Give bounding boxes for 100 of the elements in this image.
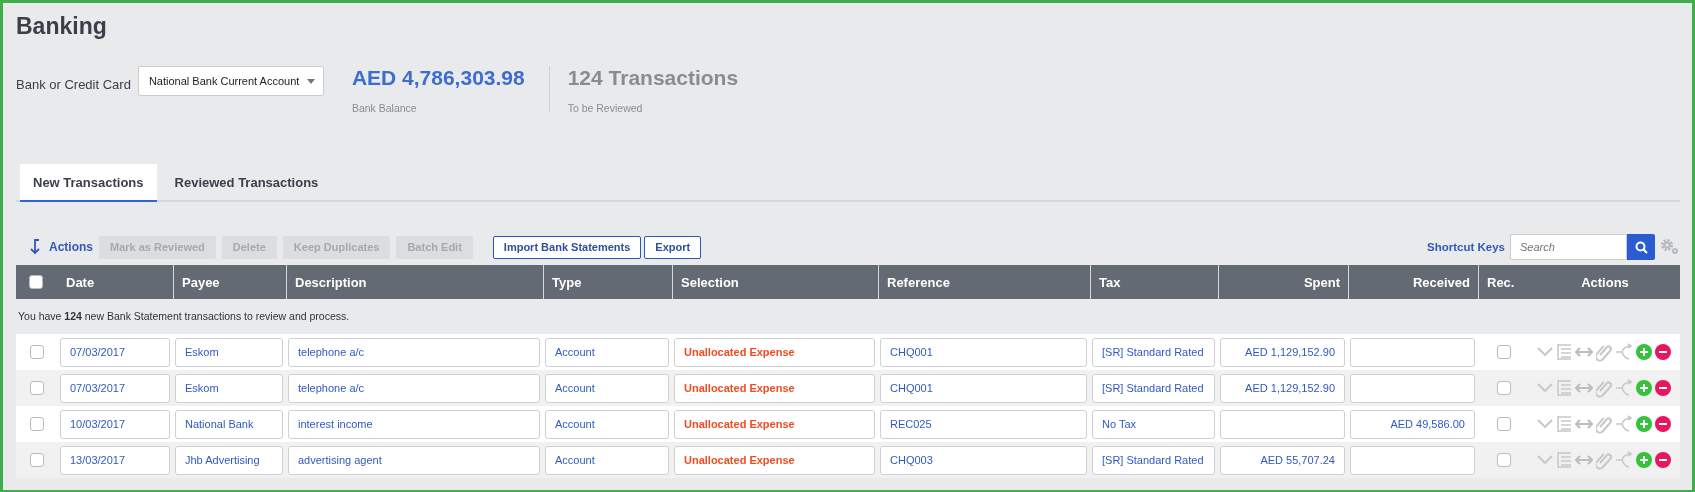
spent-field[interactable] [1220, 409, 1345, 439]
type-field[interactable]: Account [545, 337, 669, 367]
list-icon[interactable] [1556, 379, 1572, 397]
shortcut-keys-link[interactable]: Shortcut Keys [1427, 241, 1505, 253]
type-field[interactable]: Account [545, 409, 669, 439]
double-arrow-icon[interactable] [1575, 455, 1593, 465]
chevron-down-icon[interactable] [1537, 455, 1553, 465]
split-arrow-icon[interactable] [1615, 415, 1633, 433]
row-checkbox[interactable] [30, 417, 44, 431]
split-arrow-icon[interactable] [1615, 451, 1633, 469]
chevron-down-icon[interactable] [1537, 347, 1553, 357]
description-field[interactable]: telephone a/c [288, 337, 540, 367]
account-label: Bank or Credit Card [16, 77, 131, 92]
type-field[interactable]: Account [545, 373, 669, 403]
paperclip-icon[interactable] [1596, 414, 1612, 434]
search-icon[interactable] [1634, 240, 1648, 254]
reconciled-checkbox[interactable] [1497, 345, 1511, 359]
add-icon[interactable] [1636, 380, 1652, 396]
split-arrow-icon[interactable] [1615, 343, 1633, 361]
description-field[interactable]: telephone a/c [288, 373, 540, 403]
received-field[interactable] [1350, 337, 1475, 367]
caret-icon[interactable] [306, 78, 315, 84]
bank-balance-amount: AED 4,786,303.98 [351, 66, 525, 90]
add-icon[interactable] [1636, 344, 1652, 360]
chevron-down-icon[interactable] [1537, 419, 1553, 429]
double-arrow-icon[interactable] [1575, 419, 1593, 429]
bank-balance-caption: Bank Balance [351, 102, 418, 114]
reconciled-checkbox[interactable] [1497, 453, 1511, 467]
spent-field[interactable]: AED 55,707.24 [1220, 445, 1345, 475]
select-all-checkbox[interactable] [29, 275, 43, 289]
date-field[interactable]: 07/03/2017 [60, 373, 170, 403]
reference-field[interactable]: CHQ003 [880, 445, 1087, 475]
add-icon[interactable] [1636, 416, 1652, 432]
remove-icon[interactable] [1655, 344, 1671, 360]
date-field[interactable]: 07/03/2017 [60, 337, 170, 367]
double-arrow-icon[interactable] [1575, 383, 1593, 393]
remove-icon[interactable] [1655, 380, 1671, 396]
column-header: Type [552, 274, 582, 290]
reference-field[interactable]: CHQ001 [880, 337, 1087, 367]
info-message: You have 124 new Bank Statement transactions to review and process. [17, 309, 351, 324]
column-header: Reference [887, 274, 950, 290]
tax-field[interactable]: [SR] Standard Rated [1092, 445, 1215, 475]
reference-field[interactable]: REC025 [880, 409, 1087, 439]
transactions-count: 124 Transactions [567, 66, 739, 90]
received-field[interactable]: AED 49,586.00 [1350, 409, 1475, 439]
reference-field[interactable]: CHQ001 [880, 373, 1087, 403]
search-field[interactable]: Search [1510, 234, 1627, 260]
column-header: Selection [681, 274, 739, 290]
description-field[interactable]: interest income [288, 409, 540, 439]
column-header: Description [295, 274, 367, 290]
column-header: Tax [1099, 274, 1121, 290]
type-field[interactable]: Account [545, 445, 669, 475]
split-arrow-icon[interactable] [1615, 379, 1633, 397]
payee-field[interactable]: Eskom [175, 373, 283, 403]
tab[interactable]: Reviewed Transactions [161, 164, 332, 202]
spent-field[interactable]: AED 1,129,152.90 [1220, 373, 1345, 403]
page-title: Banking [16, 13, 108, 40]
account-dropdown[interactable]: National Bank Current Account [137, 66, 324, 96]
column-header: Date [66, 274, 95, 290]
actions-link[interactable]: Actions [49, 240, 93, 254]
tax-field[interactable]: [SR] Standard Rated [1092, 337, 1215, 367]
received-field[interactable] [1350, 373, 1475, 403]
chevron-down-icon[interactable] [1537, 383, 1553, 393]
remove-icon[interactable] [1655, 452, 1671, 468]
selection-field[interactable]: Unallocated Expense [674, 337, 875, 367]
arrow-down-icon[interactable] [29, 239, 41, 255]
tab[interactable]: New Transactions [20, 164, 157, 202]
reconciled-checkbox[interactable] [1497, 417, 1511, 431]
spent-field[interactable]: AED 1,129,152.90 [1220, 337, 1345, 367]
double-arrow-icon[interactable] [1575, 347, 1593, 357]
column-header: Payee [182, 274, 220, 290]
paperclip-icon[interactable] [1596, 378, 1612, 398]
paperclip-icon[interactable] [1596, 450, 1612, 470]
date-field[interactable]: 13/03/2017 [60, 445, 170, 475]
row-checkbox[interactable] [30, 345, 44, 359]
payee-field[interactable]: Jhb Advertising [175, 445, 283, 475]
description-field[interactable]: advertising agent [288, 445, 540, 475]
row-checkbox[interactable] [30, 381, 44, 395]
selection-field[interactable]: Unallocated Expense [674, 373, 875, 403]
payee-field[interactable]: National Bank [175, 409, 283, 439]
search-button[interactable] [1627, 234, 1655, 260]
add-icon[interactable] [1636, 452, 1652, 468]
row-checkbox[interactable] [30, 453, 44, 467]
list-icon[interactable] [1556, 451, 1572, 469]
list-icon[interactable] [1556, 415, 1572, 433]
toolbar-button[interactable]: Import Bank Statements [492, 235, 642, 259]
reconciled-checkbox[interactable] [1497, 381, 1511, 395]
selection-field[interactable]: Unallocated Expense [674, 445, 875, 475]
paperclip-icon[interactable] [1596, 342, 1612, 362]
received-field[interactable] [1350, 445, 1475, 475]
settings-icon[interactable] [1660, 238, 1680, 256]
toolbar-button[interactable]: Export [644, 235, 702, 259]
tax-field[interactable]: [SR] Standard Rated [1092, 373, 1215, 403]
transactions-caption: To be Reviewed [567, 102, 644, 114]
list-icon[interactable] [1556, 343, 1572, 361]
payee-field[interactable]: Eskom [175, 337, 283, 367]
selection-field[interactable]: Unallocated Expense [674, 409, 875, 439]
remove-icon[interactable] [1655, 416, 1671, 432]
tax-field[interactable]: No Tax [1092, 409, 1215, 439]
date-field[interactable]: 10/03/2017 [60, 409, 170, 439]
